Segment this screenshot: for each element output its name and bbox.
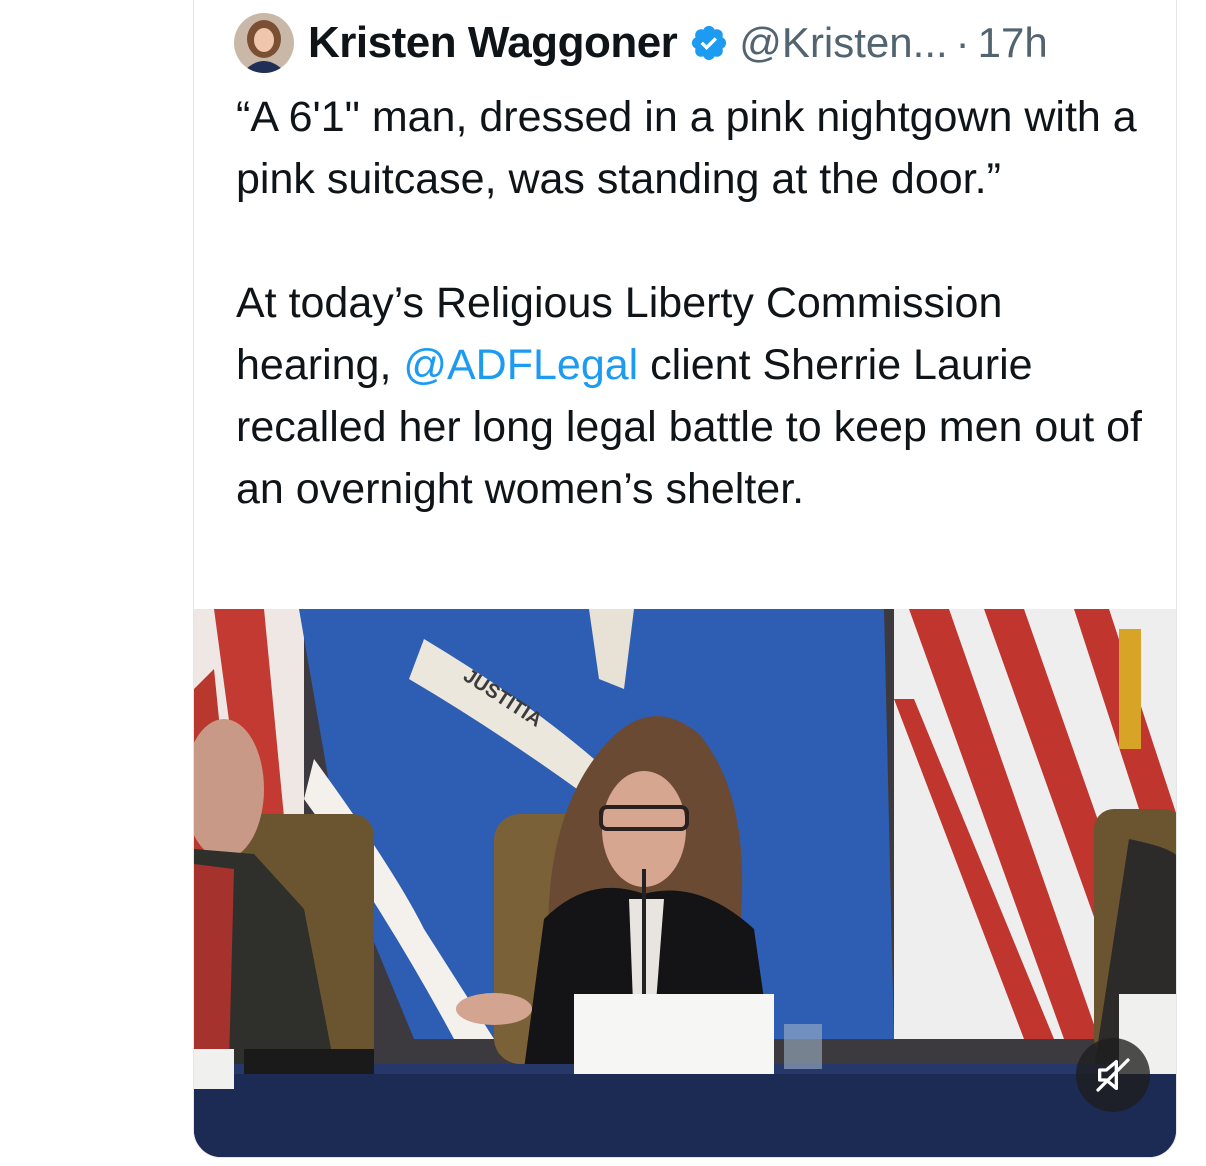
tweet-header: Kristen Waggoner @Kristen... · 17h [234, 13, 1048, 73]
author-name[interactable]: Kristen Waggoner [308, 18, 678, 68]
tweet-text: “A 6'1" man, dressed in a pink nightgown… [236, 86, 1156, 520]
verified-badge-icon [692, 25, 727, 61]
tweet-timestamp[interactable]: 17h [978, 19, 1048, 67]
meta-separator: · [955, 19, 970, 66]
tweet-card[interactable]: Kristen Waggoner @Kristen... · 17h “A 6'… [193, 0, 1177, 1158]
mute-toggle-button[interactable] [1076, 1038, 1150, 1112]
author-handle[interactable]: @Kristen... [739, 19, 947, 67]
speaker-muted-icon [1096, 1058, 1130, 1092]
video-frame: JUSTITIA [194, 609, 1176, 1157]
tweet-body-paragraph: At today’s Religious Liberty Commission … [236, 272, 1156, 520]
author-avatar[interactable] [234, 13, 294, 73]
mention-link[interactable]: @ADFLegal [403, 341, 638, 389]
tweet-quote-paragraph: “A 6'1" man, dressed in a pink nightgown… [236, 93, 1137, 203]
tweet-video[interactable]: JUSTITIA [194, 609, 1176, 1157]
